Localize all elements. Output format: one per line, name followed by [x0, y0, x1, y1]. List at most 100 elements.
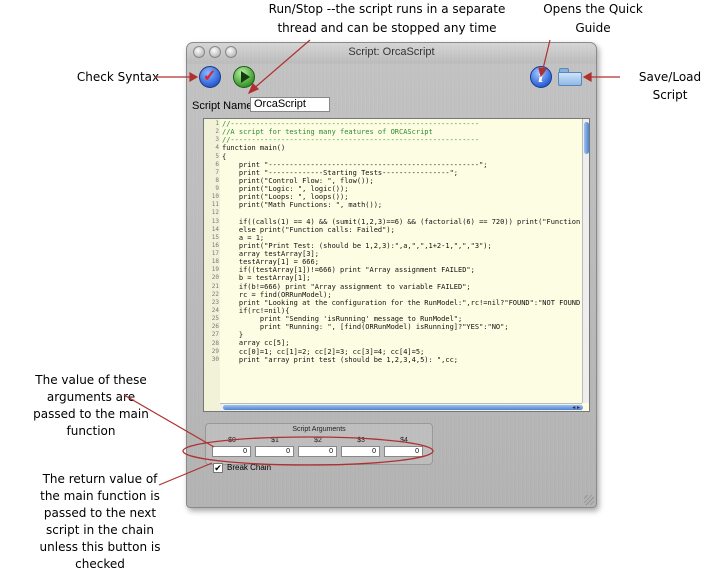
save-load-button[interactable] — [558, 68, 582, 86]
line-number: 22 — [211, 290, 219, 298]
checkmark-icon: ✓ — [203, 68, 217, 85]
callout-line: checked — [75, 557, 125, 570]
code-line: rc = find(ORRunModel); — [222, 290, 332, 299]
line-number: 16 — [211, 241, 219, 249]
argument-input[interactable]: 0 — [255, 446, 294, 457]
line-number: 11 — [211, 201, 219, 209]
line-number: 21 — [211, 282, 219, 290]
argument-input[interactable]: 0 — [298, 446, 337, 457]
script-arguments-group: Script Arguments $0 0 $1 0 $2 0 $3 0 $4 0 — [205, 423, 433, 465]
horizontal-scroll-thumb[interactable] — [223, 405, 583, 410]
code-line: print("Logic: ", logic()); — [222, 185, 349, 193]
code-line: print("Print Test: (should be 1,2,3):",a… — [222, 241, 492, 250]
argument-label: $0 — [228, 437, 236, 444]
callout-line: passed to the main — [33, 407, 149, 421]
callout-line: the main function is — [40, 489, 160, 503]
code-line: print "array print test (should be 1,2,3… — [222, 355, 459, 364]
quick-guide-button[interactable]: i — [530, 66, 552, 88]
code-line: if(b!=666) print "Array assignment to va… — [222, 282, 471, 291]
argument-input[interactable]: 0 — [341, 446, 380, 457]
callout-line: script in the chain — [45, 523, 154, 537]
return-value-callout: The return value of the main function is… — [20, 471, 180, 570]
code-line: if((calls(1) == 4) && (sumit(1,2,3)==6) … — [222, 217, 581, 226]
code-line: if((testArray[1])!=666) print "Array ass… — [222, 266, 475, 275]
line-number: 4 — [215, 144, 219, 152]
callout-line: thread and can be stopped any time — [277, 21, 497, 35]
line-number: 10 — [211, 193, 219, 201]
run-stop-callout: Run/Stop --the script runs in a separate… — [262, 0, 512, 38]
line-number: 3 — [215, 136, 219, 144]
quick-guide-callout: Opens the Quick Guide — [518, 0, 668, 38]
callout-line: Run/Stop --the script runs in a separate — [268, 2, 506, 16]
play-icon — [241, 71, 250, 83]
code-line: print "Sending 'isRunning' message to Ru… — [222, 315, 463, 323]
script-editor[interactable]: 1 2 3 4 5 6 7 8 9 10 11 12 13 14 15 16 17 18 19 20 21 22 23 24 2… — [203, 118, 590, 412]
line-number-gutter: 1 2 3 4 5 6 7 8 9 10 11 12 13 14 15 16 17 18 19 20 21 22 23 24 2… — [204, 119, 220, 411]
line-number: 18 — [211, 258, 219, 266]
line-number: 9 — [215, 185, 219, 193]
code-line: print "Looking at the configuration for … — [222, 298, 581, 307]
folder-icon-body — [558, 72, 582, 86]
callout-line: The return value of — [42, 472, 158, 486]
code-line: print("Control Flow: ", flow()); — [222, 176, 374, 185]
line-number: 24 — [211, 306, 219, 314]
info-icon: i — [538, 68, 544, 86]
callout-line: function — [66, 424, 116, 438]
code-line: else print("Function calls: Failed"); — [222, 225, 395, 234]
code-line: cc[0]=1; cc[1]=2; cc[2]=3; cc[3]=4; cc[4… — [222, 347, 425, 356]
resize-grip-icon[interactable] — [584, 495, 594, 505]
line-number: 6 — [215, 160, 219, 168]
line-number: 28 — [211, 339, 219, 347]
script-name-input[interactable]: OrcaScript — [250, 97, 330, 112]
argument-input[interactable]: 0 — [212, 446, 251, 457]
code-line: //--------------------------------------… — [222, 120, 480, 128]
break-chain-checkbox[interactable]: ✔ — [213, 463, 223, 473]
line-number: 26 — [211, 323, 219, 331]
code-line: } — [222, 331, 244, 340]
callout-line: Guide — [575, 21, 611, 35]
callout-line: passed to the next — [43, 506, 157, 520]
line-number: 23 — [211, 298, 219, 306]
line-number: 7 — [215, 168, 219, 176]
code-line: if(rc!=nil){ — [222, 306, 290, 315]
callout-line: Opens the Quick — [543, 2, 643, 16]
save-load-callout: Save/Load Script — [638, 70, 702, 102]
argument-label: $3 — [357, 437, 365, 444]
code-line: print("Math Functions: ", math()); — [222, 201, 383, 210]
code-line: function main() — [222, 144, 286, 153]
line-number: 14 — [211, 225, 219, 233]
run-stop-button[interactable] — [233, 66, 255, 88]
window-title: Script: OrcaScript — [348, 46, 435, 58]
code-line: //--------------------------------------… — [222, 136, 480, 145]
line-number: 15 — [211, 233, 219, 241]
argument-input[interactable]: 0 — [384, 446, 423, 457]
code-area[interactable]: //--------------------------------------… — [222, 120, 581, 401]
line-number: 20 — [211, 274, 219, 282]
code-line: print "---------------------------------… — [222, 160, 488, 169]
check-syntax-button[interactable]: ✓ — [199, 66, 221, 88]
script-name-label: Script Name: — [192, 100, 256, 112]
argument-label: $2 — [314, 437, 322, 444]
vertical-scrollbar[interactable] — [582, 119, 589, 403]
code-line: array testArray[3]; — [222, 250, 319, 258]
argument-label: $4 — [400, 437, 408, 444]
code-line: testArray[1] = 666; — [222, 258, 319, 267]
line-number: 19 — [211, 266, 219, 274]
line-number: 8 — [215, 176, 219, 184]
scroll-arrows-icon[interactable]: ◂ ▸ — [572, 404, 580, 411]
line-number: 25 — [211, 315, 219, 323]
line-number: 1 — [215, 120, 219, 127]
line-number: 5 — [215, 152, 219, 160]
code-line: array cc[5]; — [222, 339, 290, 348]
line-number: 12 — [211, 209, 219, 217]
code-line: a = 1; — [222, 233, 265, 242]
code-line: print "Running: ", [find(ORRunModel) isR… — [222, 323, 509, 332]
script-arguments-title: Script Arguments — [292, 426, 346, 433]
vertical-scroll-thumb[interactable] — [584, 122, 589, 154]
line-number: 2 — [215, 128, 219, 136]
line-number: 17 — [211, 250, 219, 258]
check-syntax-callout: Check Syntax — [76, 70, 160, 84]
line-number: 30 — [211, 355, 219, 363]
horizontal-scrollbar[interactable]: ◂ ▸ — [220, 403, 583, 411]
